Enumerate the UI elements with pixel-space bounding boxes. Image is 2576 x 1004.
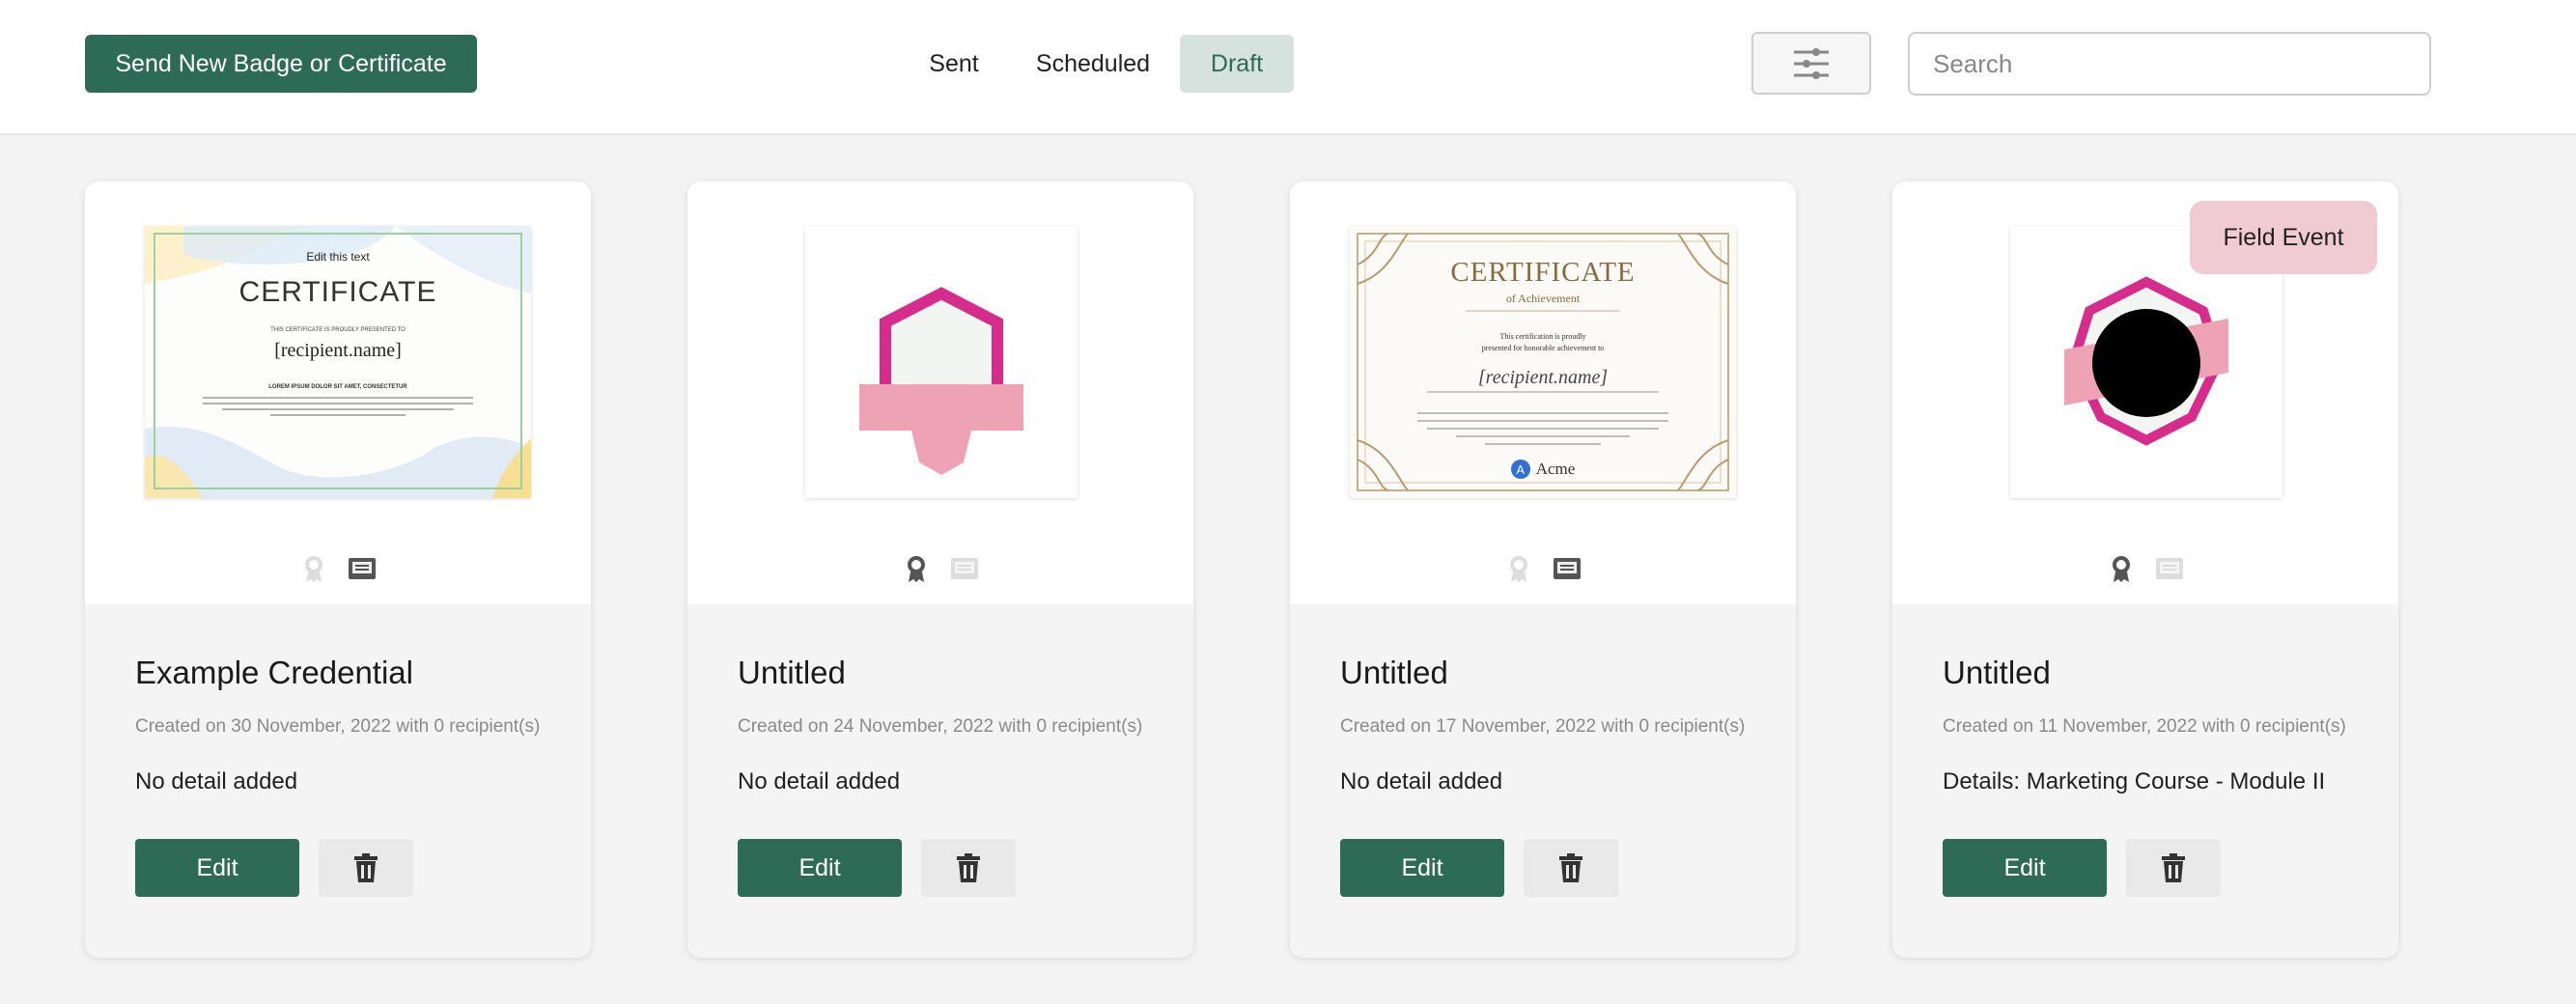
credential-type-icons xyxy=(85,554,591,583)
card-detail: No detail added xyxy=(1340,768,1503,795)
card-title: Untitled xyxy=(1340,655,1448,690)
certificate-type-icon xyxy=(949,554,980,583)
card-title: Untitled xyxy=(1943,655,2051,690)
send-new-badge-button[interactable]: Send New Badge or Certificate xyxy=(85,35,477,93)
credential-card: Untitled Created on 24 November, 2022 wi… xyxy=(687,181,1193,958)
delete-button[interactable] xyxy=(2126,839,2221,897)
search-input[interactable] xyxy=(1908,32,2431,96)
cert-body-lines xyxy=(203,397,473,416)
badge-thumbnail[interactable] xyxy=(805,226,1078,498)
certificate-type-icon xyxy=(1552,554,1582,583)
delete-button[interactable] xyxy=(1524,839,1618,897)
card-detail: No detail added xyxy=(135,768,298,795)
cert-heading: CERTIFICATE xyxy=(238,276,437,308)
cert-presented-text: THIS CERTIFICATE IS PROUDLY PRESENTED TO xyxy=(270,327,406,333)
tab-scheduled[interactable]: Scheduled xyxy=(1023,35,1162,93)
card-title: Example Credential xyxy=(135,655,413,690)
acme-logo: A Acme xyxy=(1350,460,1736,479)
card-preview-area: Field Event xyxy=(1892,181,2398,604)
card-info: Untitled Created on 11 November, 2022 wi… xyxy=(1892,604,2398,958)
card-title: Untitled xyxy=(738,655,846,690)
cert-heading: CERTIFICATE xyxy=(1450,257,1636,288)
card-detail: Details: Marketing Course - Module II xyxy=(1943,768,2326,795)
badge-artwork xyxy=(859,287,1023,475)
badge-type-icon xyxy=(1503,554,1534,583)
cert-line-1: This certification is proudly xyxy=(1499,332,1586,341)
card-info: Example Credential Created on 30 Novembe… xyxy=(85,604,591,958)
trash-icon xyxy=(354,853,378,882)
trash-icon xyxy=(1559,853,1582,882)
delete-button[interactable] xyxy=(319,839,413,897)
edit-button[interactable]: Edit xyxy=(135,839,299,897)
certificate-type-icon xyxy=(2154,554,2185,583)
credential-type-icons xyxy=(1290,554,1796,583)
badge-type-icon xyxy=(298,554,329,583)
card-created-meta: Created on 11 November, 2022 with 0 reci… xyxy=(1943,716,2346,737)
tab-sent[interactable]: Sent xyxy=(908,35,1000,93)
card-info: Untitled Created on 24 November, 2022 wi… xyxy=(687,604,1193,958)
credential-type-icons xyxy=(1892,554,2398,583)
card-detail: No detail added xyxy=(738,768,901,795)
edit-button[interactable]: Edit xyxy=(738,839,902,897)
card-info: Untitled Created on 17 November, 2022 wi… xyxy=(1290,604,1796,958)
card-created-meta: Created on 17 November, 2022 with 0 reci… xyxy=(1340,716,1746,737)
credential-card: CERTIFICATE of Achievement This certific… xyxy=(1290,181,1796,958)
cert-recipient: [recipient.name] xyxy=(274,340,402,361)
acme-logo-mark: A xyxy=(1510,460,1530,479)
filter-button[interactable] xyxy=(1751,32,1871,95)
certificate-type-icon xyxy=(347,554,378,583)
cert-edit-text: Edit this text xyxy=(306,250,370,264)
card-preview-area: CERTIFICATE of Achievement This certific… xyxy=(1290,181,1796,604)
field-event-tag: Field Event xyxy=(2190,201,2377,274)
edit-button[interactable]: Edit xyxy=(1340,839,1504,897)
delete-button[interactable] xyxy=(921,839,1016,897)
trash-icon xyxy=(957,853,980,882)
sliders-icon xyxy=(1794,47,1829,79)
credential-type-icons xyxy=(687,554,1193,583)
card-preview-area xyxy=(687,181,1193,604)
cert-recipient: [recipient.name] xyxy=(1477,367,1609,388)
top-toolbar: Send New Badge or Certificate Sent Sched… xyxy=(0,0,2576,135)
trash-icon xyxy=(2162,853,2185,882)
certificate-thumbnail[interactable]: CERTIFICATE of Achievement This certific… xyxy=(1350,226,1736,498)
cert-line-2: presented for honorable achievement to xyxy=(1481,344,1605,352)
certificate-thumbnail[interactable]: Edit this text CERTIFICATE THIS CERTIFIC… xyxy=(145,226,531,498)
certificate-background xyxy=(145,226,531,498)
card-created-meta: Created on 24 November, 2022 with 0 reci… xyxy=(738,716,1143,737)
cert-subheading: of Achievement xyxy=(1505,292,1581,305)
badge-type-icon xyxy=(901,554,932,583)
card-preview-area: Edit this text CERTIFICATE THIS CERTIFIC… xyxy=(85,181,591,604)
cert-lorem-heading: LOREM IPSUM DOLOR SIT AMET, CONSECTETUR xyxy=(268,384,407,390)
credential-card: Field Event Untitled Created on 11 Novem… xyxy=(1892,181,2398,958)
edit-button[interactable]: Edit xyxy=(1943,839,2107,897)
card-created-meta: Created on 30 November, 2022 with 0 reci… xyxy=(135,716,541,737)
credential-card: Edit this text CERTIFICATE THIS CERTIFIC… xyxy=(85,181,591,958)
badge-type-icon xyxy=(2106,554,2137,583)
acme-logo-text: Acme xyxy=(1535,460,1576,478)
tab-draft[interactable]: Draft xyxy=(1180,35,1294,93)
